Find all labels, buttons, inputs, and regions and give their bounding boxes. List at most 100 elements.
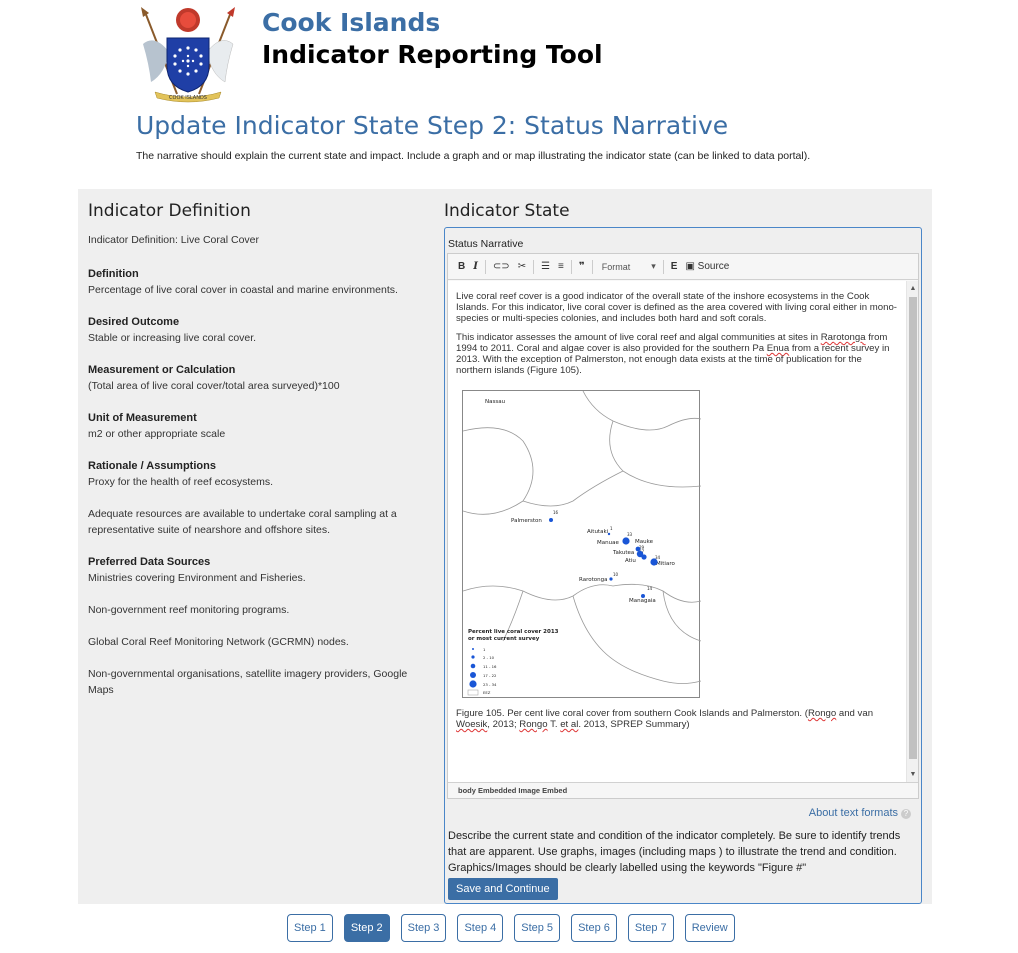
section-text: Non-governmental organisations, satellit… xyxy=(88,668,408,696)
section-text: Ministries covering Environment and Fish… xyxy=(88,572,306,584)
spellcheck-word: et al xyxy=(560,719,579,730)
coat-of-arms-logo[interactable]: COOK ISLANDS xyxy=(137,4,239,104)
map-value-manuae: 33 xyxy=(627,532,633,537)
step-button-2[interactable]: Step 2 xyxy=(343,914,390,942)
legend-marker xyxy=(470,672,476,678)
definition-section: Preferred Data Sources Ministries coverin… xyxy=(88,554,413,698)
field-label: Status Narrative xyxy=(448,238,524,250)
legend-marker xyxy=(470,663,476,669)
italic-button[interactable]: I xyxy=(469,261,482,272)
step-button-6[interactable]: Step 6 xyxy=(571,914,617,942)
step-button-4[interactable]: Step 4 xyxy=(457,914,504,942)
spellcheck-word: Rongo xyxy=(519,719,548,730)
step-button-8[interactable]: Review xyxy=(684,914,735,942)
scrollbar-thumb[interactable] xyxy=(909,297,917,759)
format-dropdown-label: Format xyxy=(601,261,631,272)
step-button-5[interactable]: Step 5 xyxy=(514,914,561,942)
map-label-palmerston: Palmerston xyxy=(511,518,542,524)
spellcheck-word: Rarotonga xyxy=(820,332,866,343)
map-marker xyxy=(641,594,645,598)
definition-section: Unit of Measurement m2 or other appropria… xyxy=(88,410,413,442)
legend-marker xyxy=(471,655,475,659)
bulleted-list-icon[interactable]: ☰ xyxy=(537,261,554,272)
map-marker xyxy=(650,558,658,566)
blockquote-icon[interactable]: ❞ xyxy=(575,261,589,272)
bold-button[interactable]: B xyxy=(454,261,469,272)
toolbar-separator xyxy=(662,259,664,274)
coral-cover-map: Nassau Palmerston 16 Aitutaki 1 Manuae 3… xyxy=(463,391,701,696)
site-title[interactable]: Cook Islands xyxy=(262,8,440,37)
map-marker xyxy=(549,518,553,522)
step-button-7[interactable]: Step 7 xyxy=(627,914,674,942)
legend-marker xyxy=(469,680,477,688)
unlink-icon[interactable]: ✂ xyxy=(514,261,530,272)
logo-motto: COOK ISLANDS xyxy=(169,95,207,101)
section-text: Stable or increasing live coral cover. xyxy=(88,332,257,344)
field-description: Describe the current state and condition… xyxy=(448,830,901,874)
section-text: (Total area of live coral cover/total ar… xyxy=(88,380,340,392)
embed-button[interactable]: E xyxy=(667,261,682,272)
narrative-paragraph-2: This indicator assesses the amount of li… xyxy=(456,332,898,376)
spellcheck-word: Enua xyxy=(766,343,790,354)
legend-item: 17 - 22 xyxy=(483,673,497,678)
spellcheck-word: Woesik xyxy=(456,719,488,730)
section-heading: Desired Outcome xyxy=(88,316,180,328)
section-text: Adequate resources are available to unde… xyxy=(88,508,397,536)
legend-item: 1 xyxy=(483,647,486,652)
toolbar-separator xyxy=(591,259,593,274)
map-label-takutea: Takutea xyxy=(612,550,634,556)
legend-title: or most current survey xyxy=(468,636,540,642)
map-label-atiu: Atiu xyxy=(625,558,636,564)
editor-content[interactable]: Live coral reef cover is a good indicato… xyxy=(448,281,906,783)
section-text: Proxy for the health of reef ecosystems. xyxy=(88,476,274,488)
text-run: This indicator assesses the amount of li… xyxy=(456,332,821,343)
section-heading: Measurement or Calculation xyxy=(88,364,236,376)
text-run: , 2013; xyxy=(487,719,520,730)
editor-scrollbar[interactable]: ▲ ▼ xyxy=(906,281,918,783)
element-path-bar[interactable]: body Embedded Image Embed xyxy=(448,782,918,798)
main-panel: Indicator Definition Indicator Definitio… xyxy=(78,189,932,904)
definition-section: Rationale / Assumptions Proxy for the hea… xyxy=(88,458,413,538)
format-dropdown[interactable]: Format ▾ xyxy=(598,258,660,276)
page-intro: The narrative should explain the current… xyxy=(136,150,811,162)
legend-title: Percent live coral cover 2013 xyxy=(468,629,559,635)
map-label-manuae: Manuae xyxy=(597,540,619,546)
map-marker xyxy=(641,554,647,560)
step-button-3[interactable]: Step 3 xyxy=(400,914,447,942)
toolbar-separator xyxy=(484,259,486,274)
map-value-rarotonga: 10 xyxy=(613,572,619,577)
definition-heading: Indicator Definition xyxy=(88,201,251,221)
step-button-1[interactable]: Step 1 xyxy=(287,914,333,942)
figure-caption: Figure 105. Per cent live coral cover fr… xyxy=(456,708,898,730)
section-text: Percentage of live coral cover in coasta… xyxy=(88,284,398,296)
legend-marker xyxy=(472,648,474,650)
map-marker xyxy=(635,546,641,552)
save-and-continue-button[interactable]: Save and Continue xyxy=(448,878,558,900)
source-button[interactable]: ▣ Source xyxy=(681,261,733,272)
section-heading: Rationale / Assumptions xyxy=(88,460,216,472)
status-narrative-field: Status Narrative B I ⊂⊃ ✂ ☰ ≡ ❞ Format ▾ xyxy=(444,227,922,904)
toolbar-separator xyxy=(570,259,572,274)
definition-section: Desired Outcome Stable or increasing live… xyxy=(88,314,413,346)
map-value-aitutaki: 1 xyxy=(610,526,613,531)
help-icon: ? xyxy=(901,809,911,819)
figure-map-image[interactable]: Nassau Palmerston 16 Aitutaki 1 Manuae 3… xyxy=(462,390,701,698)
site-subtitle: Indicator Reporting Tool xyxy=(262,40,603,69)
section-heading: Preferred Data Sources xyxy=(88,556,211,568)
page-title: Update Indicator State Step 2: Status Na… xyxy=(136,111,729,140)
map-value-managaia: 14 xyxy=(647,586,653,591)
map-value-palmerston: 16 xyxy=(553,510,559,515)
definition-section: Measurement or Calculation (Total area of… xyxy=(88,362,413,394)
about-text-formats-link[interactable]: About text formats? xyxy=(809,807,911,819)
section-text: Non-government reef monitoring programs. xyxy=(88,604,290,616)
link-icon[interactable]: ⊂⊃ xyxy=(489,261,514,272)
scroll-up-icon[interactable]: ▲ xyxy=(909,284,917,294)
rich-text-editor: B I ⊂⊃ ✂ ☰ ≡ ❞ Format ▾ E ▣ Source Live … xyxy=(447,253,919,799)
numbered-list-icon[interactable]: ≡ xyxy=(554,261,568,272)
legend-eez-swatch xyxy=(467,689,479,696)
text-run: and van xyxy=(836,708,874,719)
definition-section: Definition Percentage of live coral cover… xyxy=(88,266,413,298)
about-text-formats-label: About text formats xyxy=(808,807,898,819)
toolbar-separator xyxy=(533,259,535,274)
scroll-down-icon[interactable]: ▼ xyxy=(909,770,917,780)
